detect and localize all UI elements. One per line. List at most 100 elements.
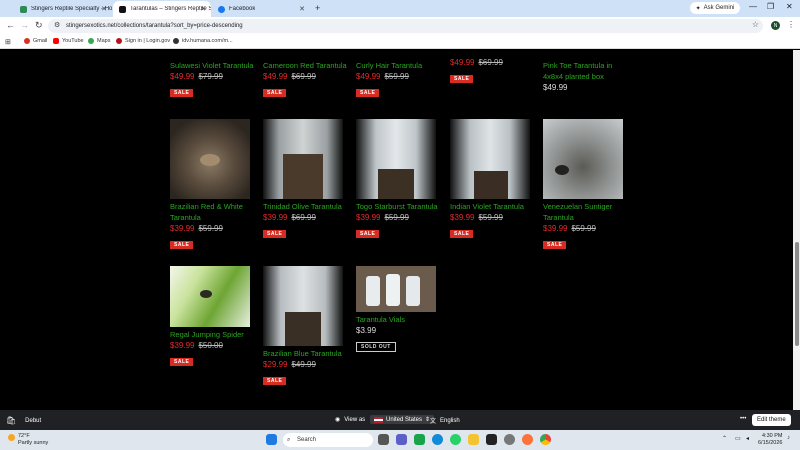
file-explorer-icon[interactable] — [468, 434, 479, 445]
product-card[interactable]: Sulawesi Violet Tarantula $49.99 $79.99 S… — [170, 58, 260, 99]
product-image[interactable] — [170, 119, 250, 199]
site-info-icon[interactable]: ⚙ — [54, 21, 60, 29]
theme-label: Debut — [25, 417, 42, 424]
product-image[interactable] — [543, 119, 623, 199]
tarantula-shape — [555, 165, 569, 175]
shield-icon — [116, 38, 122, 44]
price: $49.99 — [543, 83, 568, 92]
product-card[interactable]: Curly Hair Tarantula $49.99 $59.99 SALE — [356, 58, 446, 99]
facebook-icon — [218, 5, 225, 13]
back-icon[interactable]: ← — [6, 20, 15, 30]
tray-chevron-icon[interactable]: ⌃ — [722, 435, 727, 442]
edge-icon[interactable] — [432, 434, 443, 445]
product-name[interactable]: Curly Hair Tarantula — [356, 60, 446, 71]
new-tab-button[interactable]: + — [315, 3, 320, 13]
browser-tab-active[interactable]: Tarantulas – Stingers Reptile Sp... ✕ — [113, 1, 211, 17]
close-icon[interactable]: ✕ — [101, 5, 107, 13]
product-name[interactable]: Tarantula Vials — [356, 314, 446, 325]
weather-widget[interactable]: 72°F Partly sunny — [8, 433, 48, 447]
address-bar[interactable]: ⚙ stingersexotics.net/collections/tarant… — [48, 19, 763, 33]
product-card[interactable]: Trinidad Olive Tarantula $39.99 $69.99 SA… — [263, 119, 353, 240]
sale-badge: SALE — [263, 377, 287, 385]
product-card[interactable]: Regal Jumping Spider $39.99 $50.00 SALE — [170, 266, 260, 368]
browser-tab[interactable]: Facebook ✕ — [212, 1, 310, 17]
page-content: Sulawesi Violet Tarantula $49.99 $79.99 S… — [0, 50, 793, 410]
product-card[interactable]: Pink Toe Tarantula in 4x8x4 planted box … — [543, 58, 633, 92]
edit-theme-button[interactable]: Edit theme — [752, 414, 791, 426]
product-name[interactable]: Sulawesi Violet Tarantula — [170, 60, 260, 71]
audio-icon[interactable] — [486, 434, 497, 445]
bookmark-star-icon[interactable]: ☆ — [752, 20, 759, 29]
ask-gemini-button[interactable]: ✦ Ask Gemini — [690, 2, 740, 14]
taskbar-search[interactable]: ⌕ Search — [283, 433, 373, 447]
firefox-icon[interactable] — [522, 434, 533, 445]
volume-icon[interactable]: ◂ — [746, 435, 749, 442]
phone-link-icon[interactable] — [414, 434, 425, 445]
task-view-icon[interactable] — [378, 434, 389, 445]
product-card[interactable]: Venezuelan Suntiger Tarantula $39.99 $59.… — [543, 119, 633, 251]
settings-gear-icon[interactable] — [504, 434, 515, 445]
product-card[interactable]: Brazilian Blue Tarantula $29.99 $49.99 SA… — [263, 266, 353, 387]
product-image[interactable] — [356, 266, 436, 312]
product-card[interactable]: Brazilian Red & White Tarantula $39.99 $5… — [170, 119, 260, 251]
product-prices: $39.99 $59.99 — [356, 213, 446, 222]
close-icon[interactable]: ✕ — [200, 5, 206, 13]
product-name[interactable]: Venezuelan Suntiger Tarantula — [543, 201, 633, 223]
product-image[interactable] — [356, 119, 436, 199]
product-name[interactable]: Regal Jumping Spider — [170, 329, 260, 340]
product-image[interactable] — [450, 119, 530, 199]
page-scrollbar[interactable] — [793, 50, 800, 430]
sale-price: $49.99 — [450, 58, 475, 67]
scrollbar-thumb[interactable] — [795, 242, 799, 346]
menu-kebab-icon[interactable]: ⋮ — [787, 20, 795, 29]
language-icon: 文 — [430, 419, 437, 425]
product-name[interactable]: Brazilian Red & White Tarantula — [170, 201, 260, 223]
product-name[interactable]: Cameroon Red Tarantula — [263, 60, 353, 71]
browser-tab[interactable]: Stingers Reptile Specialty - Ho... ✕ — [14, 1, 112, 17]
product-prices: $39.99 $59.99 — [450, 213, 540, 222]
chrome-icon[interactable] — [540, 434, 551, 445]
time-date[interactable]: 4:30 PM 6/15/2026 — [758, 433, 782, 447]
country-selector[interactable]: United States ⇕ — [370, 415, 435, 424]
forward-icon[interactable]: → — [20, 20, 29, 30]
windows-start-icon[interactable] — [266, 434, 277, 445]
bookmark-label: YouTube — [62, 38, 84, 44]
reload-icon[interactable]: ↻ — [35, 20, 43, 31]
product-card[interactable]: Indian Violet Tarantula $39.99 $59.99 SAL… — [450, 119, 540, 240]
bookmark-youtube[interactable]: YouTube — [53, 38, 84, 44]
vial-shape — [386, 274, 400, 306]
sale-badge: SALE — [170, 89, 194, 97]
product-card[interactable]: Cameroon Red Tarantula $49.99 $69.99 SALE — [263, 58, 353, 99]
view-as-control[interactable]: ◉ View as — [335, 416, 365, 424]
apps-grid-icon[interactable]: ⊞ — [5, 38, 11, 46]
product-image[interactable] — [263, 119, 343, 199]
more-options-icon[interactable]: ••• — [740, 416, 746, 422]
product-name[interactable]: Trinidad Olive Tarantula — [263, 201, 353, 212]
minimize-icon[interactable]: — — [749, 2, 757, 11]
product-name[interactable]: Pink Toe Tarantula in 4x8x4 planted box — [543, 60, 633, 82]
product-image[interactable] — [263, 266, 343, 346]
notification-bell-icon[interactable]: ♪ — [787, 435, 790, 441]
bookmark-login-gov[interactable]: Sign in | Login.gov — [116, 38, 170, 44]
product-image[interactable] — [170, 266, 250, 327]
product-name[interactable]: Brazilian Blue Tarantula — [263, 348, 353, 359]
language-selector[interactable]: 文 English — [430, 416, 460, 426]
close-icon[interactable]: ✕ — [299, 5, 305, 13]
maximize-icon[interactable]: ❐ — [767, 2, 774, 11]
bookmark-gmail[interactable]: Gmail — [24, 38, 47, 44]
product-card[interactable]: Togo Starburst Tarantula $39.99 $59.99 SA… — [356, 119, 446, 240]
youtube-icon — [53, 38, 59, 44]
whatsapp-icon[interactable] — [450, 434, 461, 445]
product-name[interactable]: Indian Violet Tarantula — [450, 201, 540, 212]
product-card[interactable]: $49.99 $69.99 SALE — [450, 52, 540, 85]
network-icon[interactable]: ▭ — [735, 435, 741, 442]
product-card[interactable]: Tarantula Vials $3.99 SOLD OUT — [356, 266, 446, 353]
chat-icon[interactable] — [396, 434, 407, 445]
bookmark-humana[interactable]: idv.humana.com/m... — [173, 38, 233, 44]
product-name[interactable]: Togo Starburst Tarantula — [356, 201, 446, 212]
product-name[interactable] — [450, 54, 540, 57]
bookmark-maps[interactable]: Maps — [88, 38, 110, 44]
sale-price: $39.99 — [450, 213, 475, 222]
window-close-icon[interactable]: ✕ — [786, 2, 793, 11]
profile-avatar[interactable]: N — [771, 21, 780, 30]
